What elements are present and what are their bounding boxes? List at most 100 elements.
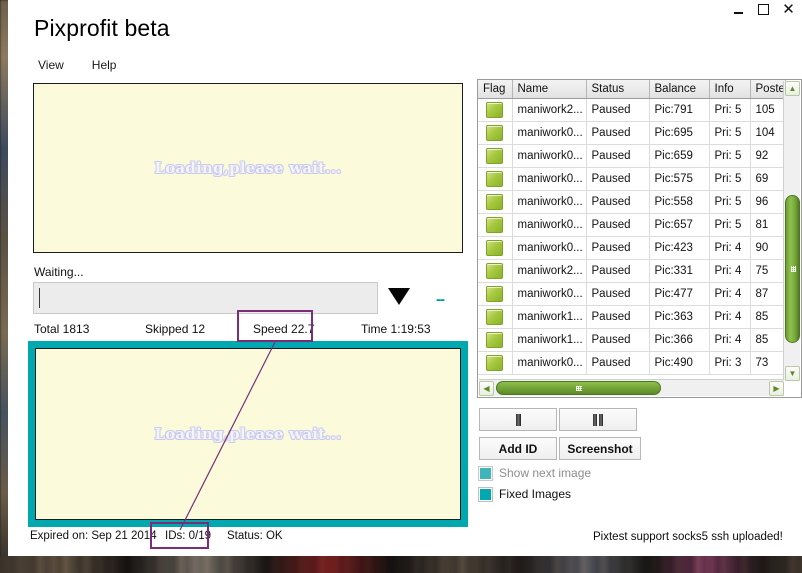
stat-time: Time 1:19:53	[361, 322, 431, 336]
cell-flag	[478, 213, 513, 237]
table-row[interactable]: maniwork1... Paused Pic:366 Pri: 4 85	[478, 328, 786, 352]
secondary-image-panel[interactable]: Loading,please wait...	[28, 341, 468, 527]
cell-name: maniwork0...	[512, 144, 587, 168]
stat-speed: Speed 22.7	[253, 322, 315, 336]
cell-balance: Pic:558	[649, 190, 710, 214]
show-next-image-checkbox-row[interactable]: Show next image	[479, 466, 591, 480]
cell-info: Pri: 5	[709, 144, 751, 168]
cell-info: Pri: 4	[709, 282, 751, 306]
maximize-icon	[758, 4, 769, 15]
scroll-right-icon[interactable]: ▶	[769, 381, 784, 396]
flag-icon	[486, 194, 504, 210]
vertical-scroll-thumb[interactable]	[785, 195, 800, 343]
add-id-button[interactable]: Add ID	[479, 437, 557, 460]
cell-info: Pri: 4	[709, 259, 751, 283]
table-horizontal-scrollbar[interactable]: ◀ ▶	[479, 379, 784, 396]
table-row[interactable]: maniwork2... Paused Pic:331 Pri: 4 75	[478, 259, 786, 283]
cell-info: Pri: 4	[709, 236, 751, 260]
cell-status: Paused	[586, 167, 650, 191]
flag-icon	[486, 355, 504, 371]
minimize-button[interactable]	[731, 2, 746, 17]
cell-balance: Pic:575	[649, 167, 710, 191]
cell-posted: 104	[750, 121, 786, 145]
fixed-images-checkbox-row[interactable]: Fixed Images	[479, 487, 571, 501]
cell-status: Paused	[586, 328, 650, 352]
scroll-up-icon[interactable]: ▲	[785, 81, 800, 96]
text-caret	[39, 288, 40, 308]
cell-flag	[478, 190, 513, 214]
flag-icon	[486, 148, 504, 164]
cell-name: maniwork0...	[512, 167, 587, 191]
cell-flag	[478, 98, 513, 122]
cell-balance: Pic:490	[649, 351, 710, 375]
cell-balance: Pic:657	[649, 213, 710, 237]
cell-name: maniwork0...	[512, 351, 587, 375]
stat-total: Total 1813	[34, 322, 90, 336]
cell-posted: 73	[750, 351, 786, 375]
cell-flag	[478, 236, 513, 260]
checkbox-icon-show-next-image[interactable]	[479, 466, 492, 480]
cell-status: Paused	[586, 190, 650, 214]
fixed-images-label: Fixed Images	[499, 487, 572, 501]
status-ok: Status: OK	[227, 530, 283, 542]
cell-posted: 105	[750, 98, 786, 122]
table-row[interactable]: maniwork0... Paused Pic:695 Pri: 5 104	[478, 121, 786, 145]
accounts-table: Flag Name Status Balance Info Poste mani…	[478, 80, 786, 375]
flag-icon	[486, 286, 504, 302]
table-row[interactable]: maniwork0... Paused Pic:659 Pri: 5 92	[478, 144, 786, 168]
cell-posted: 96	[750, 190, 786, 214]
double-bar-icon	[593, 413, 603, 426]
table-row[interactable]: maniwork0... Paused Pic:575 Pri: 5 69	[478, 167, 786, 191]
maximize-button[interactable]	[756, 2, 771, 17]
table-row[interactable]: maniwork0... Paused Pic:477 Pri: 4 87	[478, 282, 786, 306]
primary-loading-text: Loading,please wait...	[154, 159, 342, 177]
window-controls: ✕	[731, 2, 796, 17]
start-button[interactable]	[479, 408, 557, 431]
screenshot-button[interactable]: Screenshot	[559, 437, 641, 460]
cell-posted: 85	[750, 328, 786, 352]
cell-posted: 81	[750, 213, 786, 237]
horizontal-scroll-thumb[interactable]	[496, 381, 661, 395]
column-header-name[interactable]: Name	[512, 80, 587, 99]
cell-name: maniwork0...	[512, 282, 587, 306]
accounts-table-panel: Flag Name Status Balance Info Poste mani…	[477, 79, 802, 398]
page-title: Pixprofit beta	[34, 15, 170, 41]
stat-skipped: Skipped 12	[145, 322, 206, 336]
table-row[interactable]: maniwork0... Paused Pic:657 Pri: 5 81	[478, 213, 786, 237]
checkbox-icon-fixed-images[interactable]	[479, 487, 492, 501]
close-button[interactable]: ✕	[781, 2, 796, 17]
cell-status: Paused	[586, 282, 650, 306]
column-header-balance[interactable]: Balance	[649, 80, 710, 99]
primary-image-panel[interactable]: Loading,please wait...	[33, 83, 463, 253]
table-row[interactable]: maniwork0... Paused Pic:558 Pri: 5 96	[478, 190, 786, 214]
triangle-down-icon[interactable]	[388, 288, 410, 305]
cell-posted: 69	[750, 167, 786, 191]
table-row[interactable]: maniwork0... Paused Pic:490 Pri: 3 73	[478, 351, 786, 375]
cell-posted: 90	[750, 236, 786, 260]
cell-balance: Pic:477	[649, 282, 710, 306]
column-header-posted[interactable]: Poste	[750, 80, 786, 99]
flag-icon	[486, 309, 504, 325]
column-header-flag[interactable]: Flag	[478, 80, 513, 99]
flag-icon	[486, 332, 504, 348]
scroll-left-icon[interactable]: ◀	[479, 381, 494, 396]
table-vertical-scrollbar[interactable]: ▲ ▼	[783, 81, 800, 381]
column-header-info[interactable]: Info	[709, 80, 751, 99]
table-body: maniwork2... Paused Pic:791 Pri: 5 105 maniwo…	[478, 98, 786, 375]
menu-item-help[interactable]: Help	[92, 58, 117, 72]
menu-item-view[interactable]: View	[38, 58, 64, 72]
cell-status: Paused	[586, 259, 650, 283]
flag-icon	[486, 263, 504, 279]
status-ids: IDs: 0/19	[165, 530, 212, 542]
table-row[interactable]: maniwork2... Paused Pic:791 Pri: 5 105	[478, 98, 786, 122]
app-window: ✕ Pixprofit beta View Help Loading,pleas…	[8, 0, 802, 556]
cell-info: Pri: 5	[709, 190, 751, 214]
table-row[interactable]: maniwork0... Paused Pic:423 Pri: 4 90	[478, 236, 786, 260]
progress-bar[interactable]	[33, 282, 378, 314]
scroll-down-icon[interactable]: ▼	[785, 366, 800, 381]
pause-button[interactable]	[559, 408, 637, 431]
table-row[interactable]: maniwork1... Paused Pic:363 Pri: 4 85	[478, 305, 786, 329]
column-header-status[interactable]: Status	[586, 80, 650, 99]
cell-name: maniwork2...	[512, 259, 587, 283]
cell-posted: 92	[750, 144, 786, 168]
